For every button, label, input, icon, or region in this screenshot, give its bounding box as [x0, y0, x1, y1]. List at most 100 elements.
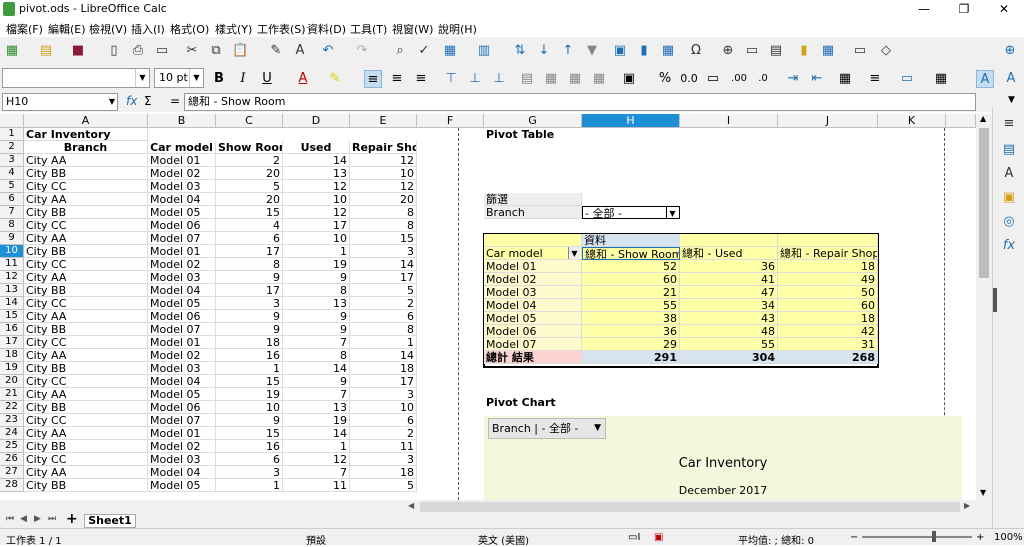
- column-header[interactable]: I: [680, 114, 778, 128]
- pivot-value-cell[interactable]: 55: [582, 299, 680, 312]
- inventory-cell[interactable]: Model 01: [148, 154, 216, 167]
- find-replace-icon[interactable]: ⌕: [392, 43, 408, 59]
- inventory-cell[interactable]: 6: [216, 453, 283, 466]
- inventory-cell[interactable]: Model 05: [148, 388, 216, 401]
- inventory-cell[interactable]: 2: [350, 427, 417, 440]
- zoom-in-icon[interactable]: +: [976, 532, 984, 543]
- previous-sheet-icon[interactable]: ◀: [20, 514, 27, 524]
- row-header[interactable]: 9: [0, 232, 24, 245]
- merge-center-icon[interactable]: ▦: [566, 70, 584, 88]
- wrap-text-icon[interactable]: ▤: [518, 70, 536, 88]
- zoom-level[interactable]: 100%: [994, 532, 1023, 543]
- sheet-tab[interactable]: Sheet1: [84, 514, 136, 528]
- pivot-value-cell[interactable]: 36: [582, 325, 680, 338]
- row-header[interactable]: 5: [0, 180, 24, 193]
- column-header[interactable]: B: [148, 114, 216, 128]
- pivot-total-value[interactable]: 268: [778, 351, 878, 364]
- inventory-cell[interactable]: 20: [216, 167, 283, 180]
- inventory-cell[interactable]: City BB: [24, 479, 148, 492]
- inventory-cell[interactable]: City AA: [24, 271, 148, 284]
- show-draw-functions-icon[interactable]: ◇: [878, 43, 894, 59]
- pivot-header-blank[interactable]: [778, 234, 878, 247]
- pivot-value-cell[interactable]: 60: [582, 273, 680, 286]
- align-middle-icon[interactable]: ⊥: [466, 70, 484, 88]
- row-header[interactable]: 19: [0, 362, 24, 375]
- row-header[interactable]: 21: [0, 388, 24, 401]
- merge-cells-icon[interactable]: ▦: [542, 70, 560, 88]
- inventory-cell[interactable]: 13: [283, 167, 350, 180]
- inventory-cell[interactable]: City BB: [24, 245, 148, 258]
- inventory-cell[interactable]: 1: [216, 479, 283, 492]
- clone-formatting-icon[interactable]: ✎: [268, 43, 284, 59]
- inventory-cell[interactable]: Model 02: [148, 349, 216, 362]
- inventory-cell[interactable]: City AA: [24, 466, 148, 479]
- pivot-row-label[interactable]: Model 03: [484, 286, 582, 299]
- inventory-cell[interactable]: 2: [350, 297, 417, 310]
- align-left-icon[interactable]: ≡: [364, 70, 382, 88]
- pivot-value-cell[interactable]: 18: [778, 312, 878, 325]
- font-size-box[interactable]: 10 pt ▼: [154, 68, 204, 88]
- export-pdf-icon[interactable]: ▯: [106, 43, 122, 59]
- inventory-cell[interactable]: City BB: [24, 362, 148, 375]
- sum-icon[interactable]: Σ: [144, 94, 152, 108]
- row-header-selected[interactable]: 10: [0, 245, 24, 258]
- inventory-cell[interactable]: Model 02: [148, 440, 216, 453]
- paste-icon[interactable]: 📋: [232, 43, 248, 59]
- inventory-cell[interactable]: Model 07: [148, 232, 216, 245]
- chevron-down-icon[interactable]: ▼: [135, 69, 149, 87]
- column-header[interactable]: E: [350, 114, 417, 128]
- styles-icon[interactable]: A: [1001, 166, 1017, 182]
- print-icon[interactable]: ⎙: [130, 43, 146, 59]
- autofilter-icon[interactable]: ▼: [584, 43, 600, 59]
- menu-styles[interactable]: 樣式(Y): [215, 21, 252, 37]
- inventory-cell[interactable]: City CC: [24, 180, 148, 193]
- unmerge-icon[interactable]: ▦: [590, 70, 608, 88]
- inventory-cell[interactable]: 6: [216, 232, 283, 245]
- inventory-cell[interactable]: 10: [350, 167, 417, 180]
- inventory-cell[interactable]: 18: [350, 362, 417, 375]
- inventory-cell[interactable]: 19: [283, 414, 350, 427]
- row-header[interactable]: 25: [0, 440, 24, 453]
- pivot-table-icon[interactable]: ▦: [660, 43, 676, 59]
- menu-sheet[interactable]: 工作表(S): [257, 21, 306, 37]
- navigator-icon[interactable]: ◎: [1001, 214, 1017, 230]
- row-header[interactable]: 22: [0, 401, 24, 414]
- name-box[interactable]: H10 ▼: [2, 93, 118, 111]
- inventory-cell[interactable]: 8: [283, 284, 350, 297]
- pivot-row-label[interactable]: Model 04: [484, 299, 582, 312]
- inventory-cell[interactable]: 14: [350, 258, 417, 271]
- scroll-left-icon[interactable]: ◀: [408, 501, 414, 510]
- inventory-cell[interactable]: Model 04: [148, 284, 216, 297]
- inventory-cell[interactable]: 11: [283, 479, 350, 492]
- pivot-value-cell[interactable]: 47: [680, 286, 778, 299]
- column-header-selected[interactable]: H: [582, 114, 680, 128]
- inventory-cell[interactable]: 7: [283, 388, 350, 401]
- inventory-cell[interactable]: 15: [216, 427, 283, 440]
- inventory-cell[interactable]: 17: [216, 245, 283, 258]
- delete-decimal-icon[interactable]: .0: [754, 70, 772, 88]
- row-header[interactable]: 13: [0, 284, 24, 297]
- inventory-title-cell[interactable]: Car Inventory: [24, 128, 148, 141]
- inventory-cell[interactable]: Model 07: [148, 414, 216, 427]
- increase-indent-icon[interactable]: ⇥: [784, 70, 802, 88]
- freeze-rows-icon[interactable]: ▦: [820, 43, 836, 59]
- column-header[interactable]: J: [778, 114, 878, 128]
- inventory-cell[interactable]: 13: [283, 297, 350, 310]
- italic-icon[interactable]: I: [234, 70, 252, 88]
- inventory-cell[interactable]: 3: [350, 453, 417, 466]
- inventory-cell[interactable]: 2: [216, 154, 283, 167]
- sidebar-menu-icon[interactable]: ≡: [1001, 116, 1017, 132]
- pivot-value-cell[interactable]: 42: [778, 325, 878, 338]
- inventory-cell[interactable]: 15: [216, 375, 283, 388]
- selection-mode-icon[interactable]: ▭I: [628, 532, 640, 543]
- chevron-down-icon[interactable]: ▼: [666, 207, 678, 218]
- inventory-cell[interactable]: Model 01: [148, 427, 216, 440]
- borders-icon[interactable]: ▦: [836, 70, 854, 88]
- pivot-table-label[interactable]: Pivot Table: [484, 128, 582, 141]
- row-header[interactable]: 27: [0, 466, 24, 479]
- menu-help[interactable]: 說明(H): [438, 21, 477, 37]
- pivot-row-label[interactable]: Model 07: [484, 338, 582, 351]
- inventory-cell[interactable]: Model 03: [148, 271, 216, 284]
- inventory-cell[interactable]: 5: [350, 284, 417, 297]
- inventory-cell[interactable]: City CC: [24, 219, 148, 232]
